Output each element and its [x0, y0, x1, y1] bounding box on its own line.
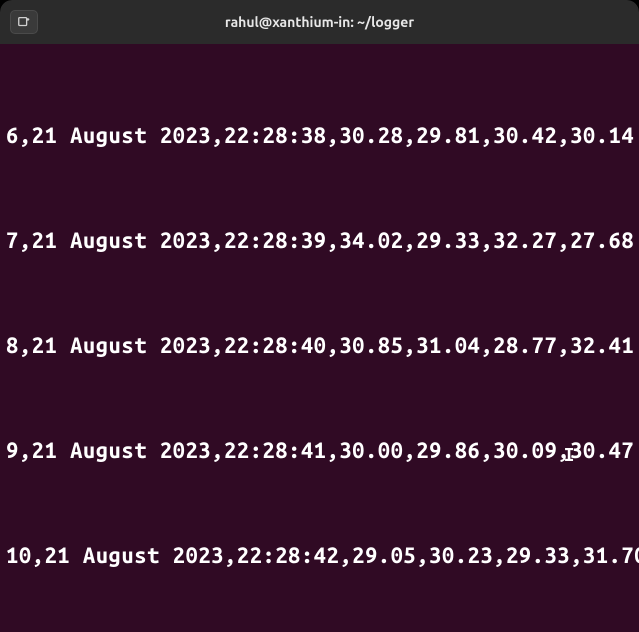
- log-line: 9,21 August 2023,22:28:41,30.00,29.86,30…: [6, 438, 633, 464]
- log-line: 7,21 August 2023,22:28:39,34.02,29.33,32…: [6, 228, 633, 254]
- log-line: 8,21 August 2023,22:28:40,30.85,31.04,28…: [6, 333, 633, 359]
- window-title: rahul@xanthium-in: ~/logger: [225, 14, 414, 30]
- log-line: 6,21 August 2023,22:28:38,30.28,29.81,30…: [6, 123, 633, 149]
- titlebar: rahul@xanthium-in: ~/logger: [0, 0, 639, 44]
- new-tab-button[interactable]: [10, 10, 38, 34]
- terminal-window: rahul@xanthium-in: ~/logger 6,21 August …: [0, 0, 639, 632]
- new-tab-icon: [17, 15, 31, 29]
- log-line: 10,21 August 2023,22:28:42,29.05,30.23,2…: [6, 543, 633, 569]
- terminal-output[interactable]: 6,21 August 2023,22:28:38,30.28,29.81,30…: [0, 44, 639, 632]
